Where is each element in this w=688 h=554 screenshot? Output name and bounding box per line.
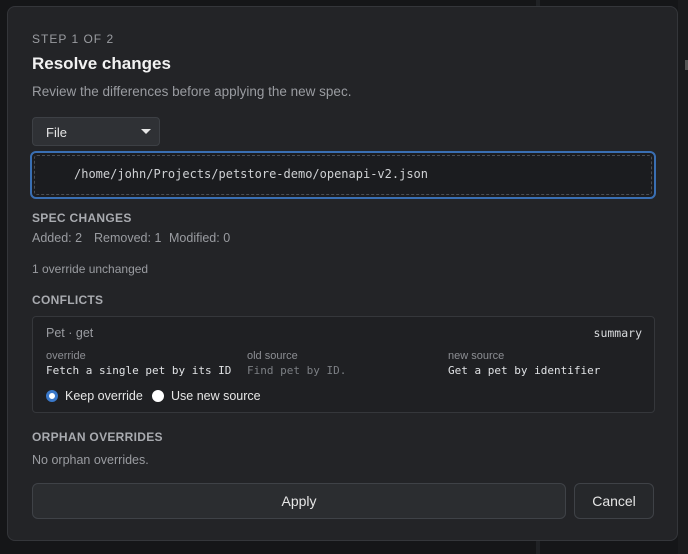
source-type-select[interactable]: File: [32, 117, 160, 146]
background-scroll-edge: [678, 0, 688, 554]
radio-unchecked-icon[interactable]: [152, 390, 164, 402]
use-new-source-label: Use new source: [171, 389, 261, 403]
dialog-title: Resolve changes: [32, 54, 171, 73]
removed-count: Removed: 1: [94, 231, 162, 245]
resolve-changes-dialog: STEP 1 OF 2 Resolve changes Review the d…: [7, 6, 678, 541]
modified-count: Modified: 0: [169, 231, 231, 245]
conflict-operation: Pet · get: [46, 326, 94, 340]
use-new-source-option[interactable]: Use new source: [152, 389, 261, 403]
spec-changes-heading: SPEC CHANGES: [32, 211, 132, 225]
old-source-value: Find pet by ID.: [247, 364, 347, 377]
orphan-empty-text: No orphan overrides.: [32, 453, 149, 467]
new-source-label: new source: [448, 350, 505, 362]
override-value: Fetch a single pet by its ID: [46, 364, 232, 377]
old-source-label: old source: [247, 350, 298, 362]
conflict-field: summary: [593, 326, 642, 340]
conflicts-heading: CONFLICTS: [32, 293, 104, 307]
radio-checked-icon[interactable]: [46, 390, 58, 402]
orphan-overrides-heading: ORPHAN OVERRIDES: [32, 430, 163, 444]
cancel-button[interactable]: Cancel: [574, 483, 654, 519]
spec-path-value: /home/john/Projects/petstore-demo/openap…: [74, 167, 429, 181]
dialog-subtitle: Review the differences before applying t…: [32, 84, 352, 99]
keep-override-option[interactable]: Keep override: [46, 389, 143, 403]
chevron-down-icon: [141, 129, 151, 134]
apply-button[interactable]: Apply: [32, 483, 566, 519]
new-source-value: Get a pet by identifier: [448, 364, 601, 377]
override-label: override: [46, 350, 86, 362]
source-type-value: File: [46, 125, 67, 140]
step-indicator: STEP 1 OF 2: [32, 32, 115, 46]
keep-override-label: Keep override: [65, 389, 143, 403]
spec-path-input[interactable]: /home/john/Projects/petstore-demo/openap…: [30, 151, 656, 199]
added-count: Added: 2: [32, 231, 83, 245]
override-unchanged-note: 1 override unchanged: [32, 262, 149, 276]
conflict-item: Pet · get summary override Fetch a singl…: [32, 316, 655, 413]
